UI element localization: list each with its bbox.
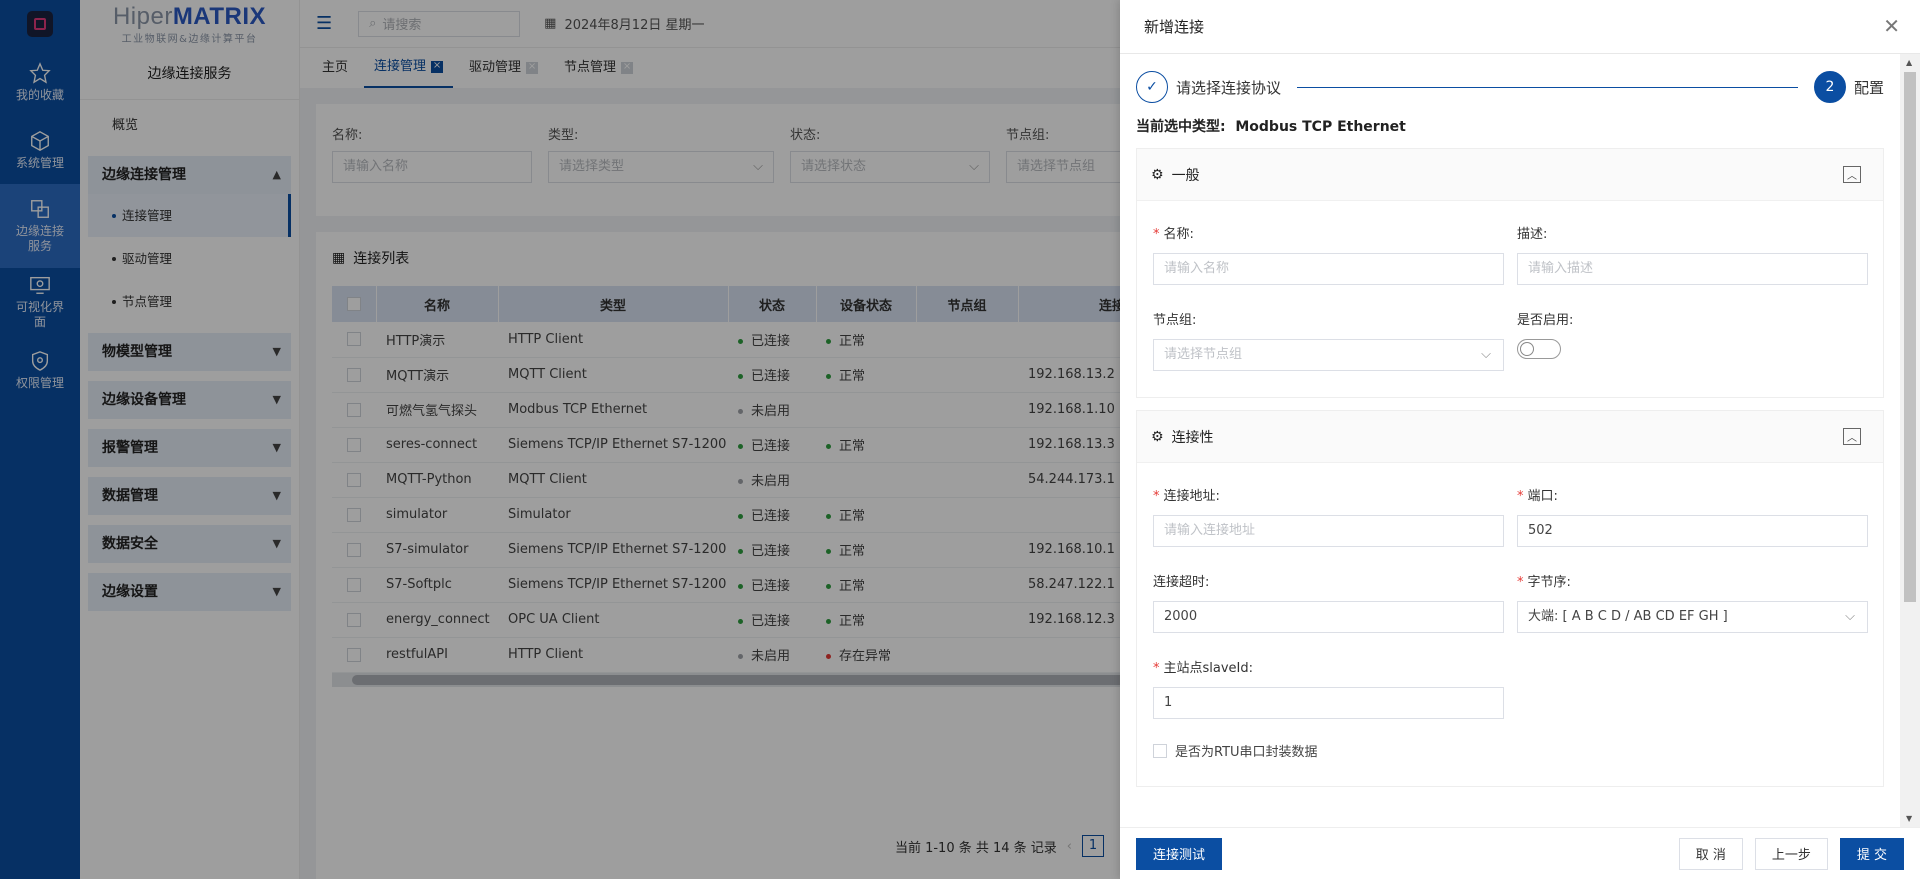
- byte-order-select[interactable]: 大端: [ A B C D / AB CD EF GH ] ⌵: [1517, 601, 1868, 633]
- drawer-footer: 连接测试 取 消 上一步 提 交: [1120, 827, 1920, 879]
- slave-id-input[interactable]: 1: [1153, 687, 1504, 719]
- node-group-select[interactable]: 请选择节点组 ⌵: [1153, 339, 1504, 371]
- app-root: 我的收藏 系统管理 边缘连接服务 可视化界面 权限管理 HiperMATRIX …: [0, 0, 1920, 879]
- rtu-checkbox[interactable]: [1153, 743, 1167, 758]
- description-input[interactable]: 请输入描述: [1517, 253, 1868, 285]
- prev-step-button[interactable]: 上一步: [1754, 837, 1828, 870]
- close-icon[interactable]: ✕: [1883, 16, 1900, 36]
- scroll-up-icon[interactable]: ▲: [1906, 58, 1912, 67]
- check-icon: ✓: [1136, 71, 1168, 103]
- address-input[interactable]: 请输入连接地址: [1153, 515, 1504, 547]
- submit-button[interactable]: 提 交: [1839, 837, 1904, 870]
- enable-toggle[interactable]: [1517, 339, 1561, 359]
- current-type: 当前选中类型: Modbus TCP Ethernet: [1136, 119, 1406, 135]
- gear-icon: ⚙: [1151, 428, 1164, 445]
- step-2-label: 配置: [1853, 78, 1884, 97]
- section-connectivity: ⚙ 连接性 ︿ *连接地址: 请输入连接地址 *端口: 502 连接超时:: [1136, 410, 1884, 787]
- name-input[interactable]: 请输入名称: [1153, 253, 1504, 285]
- step-connector: [1297, 86, 1798, 88]
- timeout-input[interactable]: 2000: [1153, 601, 1504, 633]
- drawer-body: ✓ 请选择连接协议 2 配置 当前选中类型: Modbus TCP Ethern…: [1120, 54, 1900, 827]
- add-connection-drawer: 新增连接 ✕ ✓ 请选择连接协议 2 配置 当前选中类型: Modbus TCP…: [1120, 0, 1920, 879]
- gear-icon: ⚙: [1151, 166, 1164, 183]
- section-general: ⚙ 一般 ︿ * 名称: 请输入名称 描述: 请输入描述 节点组: 请选择节点组…: [1136, 148, 1884, 398]
- step-2-number: 2: [1813, 71, 1846, 103]
- drawer-scrollbar[interactable]: ▲ ▼: [1900, 54, 1920, 827]
- drawer-header: 新增连接 ✕: [1120, 0, 1920, 54]
- collapse-icon[interactable]: ︿: [1843, 166, 1861, 183]
- step-1-label: 请选择连接协议: [1176, 78, 1282, 97]
- rtu-option: 是否为RTU串口封装数据: [1153, 741, 1868, 760]
- scroll-down-icon[interactable]: ▼: [1906, 814, 1912, 823]
- chevron-down-icon: ⌵: [1481, 347, 1491, 362]
- chevron-down-icon: ⌵: [1845, 609, 1855, 624]
- modal-mask[interactable]: [0, 0, 1120, 879]
- collapse-icon[interactable]: ︿: [1843, 428, 1861, 445]
- cancel-button[interactable]: 取 消: [1678, 837, 1743, 870]
- test-connection-button[interactable]: 连接测试: [1136, 837, 1223, 870]
- steps: ✓ 请选择连接协议 2 配置: [1136, 70, 1884, 104]
- port-input[interactable]: 502: [1517, 515, 1868, 547]
